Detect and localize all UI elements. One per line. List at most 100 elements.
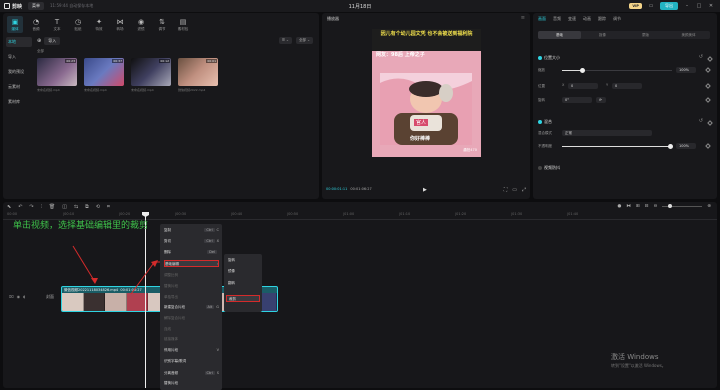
redo-icon[interactable]: ↷	[29, 204, 33, 210]
mic-icon[interactable]: ●	[617, 204, 621, 209]
filter-dropdown[interactable]: 全部 ⌄	[295, 37, 313, 44]
context-menu-item[interactable]: 基础编辑 ›	[164, 260, 219, 267]
import-button[interactable]: 导入	[44, 37, 61, 45]
menu-button[interactable]: 菜单	[28, 2, 45, 10]
context-menu-item[interactable]: 删除 Del	[164, 249, 219, 256]
position-x-input[interactable]: 0	[568, 83, 598, 89]
stabilize-section[interactable]: 视频防抖	[538, 165, 560, 171]
play-icon[interactable]: ▶	[423, 187, 429, 193]
split-icon[interactable]: ⫶	[41, 204, 42, 210]
subtab-mask[interactable]: 蒙版	[624, 31, 667, 39]
context-menu-item[interactable]: 复制 Ctrl C	[164, 227, 219, 234]
mute-icon[interactable]: ◖	[23, 294, 25, 299]
sidebar-item-local[interactable]: 本地	[6, 37, 32, 47]
vip-badge[interactable]: VIP	[629, 3, 642, 9]
keyframe-icon[interactable]	[705, 143, 711, 149]
scale-slider[interactable]	[562, 68, 672, 73]
mirror-icon[interactable]: ⧉	[85, 204, 89, 210]
subtab-basic[interactable]: 基础	[538, 31, 581, 39]
tab-audio[interactable]: 音频	[553, 16, 561, 22]
cover-button[interactable]: 封面	[46, 294, 54, 300]
fit-icon[interactable]: ⛶	[504, 187, 508, 193]
reset-icon[interactable]: ↺	[699, 118, 703, 124]
rotate-input[interactable]: 0°	[562, 97, 592, 103]
tool-filter[interactable]: ◉ 滤镜	[133, 16, 149, 33]
submenu-item-flip[interactable]: 翻转	[228, 280, 260, 287]
preview-axis-icon[interactable]: ⊟	[645, 204, 649, 209]
rotate-dial-icon[interactable]: ⟳	[596, 97, 606, 103]
media-thumb[interactable]: 00:23 未命名视频.mp4	[37, 58, 77, 102]
opacity-slider[interactable]	[562, 144, 673, 149]
lock-icon[interactable]: ⌧	[9, 294, 14, 299]
video-netizen-text: 网友：98后 上帝之子	[376, 52, 425, 58]
video-preview[interactable]: 因儿有个幼儿园文凭 也不会被送到福利院 网友：98后 上帝之子 官人 你好棒棒 …	[372, 29, 481, 157]
context-menu-item[interactable]: 新建复合片段 Alt G	[164, 304, 219, 311]
reverse-icon[interactable]: ⇆	[74, 204, 78, 210]
blend-mode-select[interactable]: 正常	[562, 130, 652, 136]
keyframe-icon[interactable]	[707, 120, 713, 126]
blend-section[interactable]: 混合	[538, 119, 552, 125]
reset-icon[interactable]: ↺	[699, 54, 703, 60]
subtab-keying[interactable]: 抠像	[581, 31, 624, 39]
tool-media[interactable]: ▣ 媒体	[7, 16, 23, 33]
submenu-item-mirror[interactable]: 镜像	[228, 268, 260, 275]
eye-icon[interactable]: ◉	[17, 294, 21, 299]
keyframe-icon[interactable]	[705, 83, 711, 89]
sidebar-item-presets[interactable]: 我的预设	[6, 67, 32, 77]
snap-icon[interactable]: ⊞	[636, 204, 640, 209]
sidebar-item-library[interactable]: 素材库	[6, 97, 32, 107]
context-menu-item[interactable]: 剪切 Ctrl X	[164, 238, 219, 245]
close-icon[interactable]: ✕	[708, 3, 714, 9]
sidebar-item-cloud[interactable]: 云素材	[6, 82, 32, 92]
position-y-input[interactable]: 0	[612, 83, 642, 89]
zoom-slider[interactable]	[662, 204, 703, 208]
opacity-value[interactable]: 100%	[676, 143, 696, 149]
zoom-in-icon[interactable]: ⊕	[707, 204, 711, 209]
sidebar-item-import[interactable]: 导入	[6, 52, 32, 62]
tool-effects[interactable]: ✦ 特效	[91, 16, 107, 33]
select-tool-icon[interactable]: ⬉	[7, 204, 11, 210]
media-thumb[interactable]: 00:37 未命名视频.mp4	[84, 58, 124, 102]
context-menu-item[interactable]: 识别字幕/歌词	[164, 358, 219, 365]
tab-animation[interactable]: 动画	[583, 16, 591, 22]
tool-template[interactable]: ▤ 素材包	[175, 16, 191, 33]
undo-icon[interactable]: ↶	[18, 204, 22, 210]
tool-transition[interactable]: ⋈ 转场	[112, 16, 128, 33]
media-thumb[interactable]: 00:01 微信视频2022.mp4	[178, 58, 218, 102]
export-button[interactable]: 导出	[660, 2, 678, 10]
keyframe-icon[interactable]	[705, 67, 711, 73]
tool-text[interactable]: T 文本	[49, 16, 65, 33]
scale-value[interactable]: 100%	[676, 67, 696, 73]
tab-speed[interactable]: 变速	[568, 16, 576, 22]
tool-audio[interactable]: ◔ 音频	[28, 16, 44, 33]
tool-sticker[interactable]: ◷ 贴纸	[70, 16, 86, 33]
minimize-icon[interactable]: –	[684, 3, 690, 9]
submenu-item-rotate[interactable]: 旋转	[228, 257, 260, 264]
rotate-icon[interactable]: ⟲	[96, 204, 100, 210]
sort-dropdown[interactable]: ☰ ⌄	[278, 37, 292, 44]
ratio-icon[interactable]: ▭	[512, 187, 517, 193]
delete-icon[interactable]: 🗑	[49, 204, 55, 210]
link-icon[interactable]: ⧓	[626, 204, 631, 209]
zoom-out-icon[interactable]: ⊖	[653, 204, 657, 209]
maximize-icon[interactable]: □	[696, 3, 702, 9]
player-menu-icon[interactable]: ≡	[521, 15, 525, 21]
context-menu-item[interactable]: 分离音频 Ctrl S	[164, 370, 219, 377]
subtab-beauty[interactable]: 美颜美体	[667, 31, 710, 39]
crop-icon[interactable]: ⌗	[107, 204, 110, 210]
layout-icon[interactable]: ▭	[648, 3, 654, 9]
submenu-item-crop[interactable]: 裁剪	[226, 295, 260, 302]
playhead[interactable]	[145, 212, 146, 388]
tab-adjust[interactable]: 调节	[613, 16, 621, 22]
position-size-section[interactable]: 位置大小	[538, 55, 560, 61]
context-menu-item[interactable]: 替换片段	[164, 380, 219, 387]
keyframe-icon[interactable]	[705, 97, 711, 103]
keyframe-icon[interactable]	[707, 56, 713, 62]
tab-tracking[interactable]: 跟踪	[598, 16, 606, 22]
tool-adjust[interactable]: ⇅ 调节	[154, 16, 170, 33]
context-menu-item[interactable]: 停用片段 V	[164, 347, 219, 354]
media-thumb[interactable]: 00:12 未命名视频.mp4	[131, 58, 171, 102]
freeze-icon[interactable]: ◫	[62, 204, 67, 210]
fullscreen-icon[interactable]: ⤢	[522, 187, 526, 193]
tab-picture[interactable]: 画面	[538, 16, 546, 22]
